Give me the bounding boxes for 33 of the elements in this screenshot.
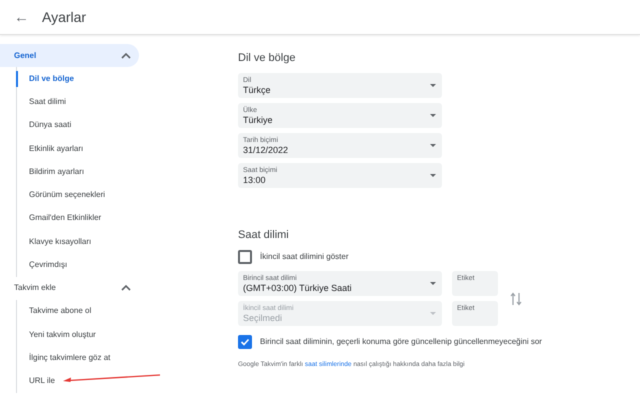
sidebar-item[interactable]: Dünya saati: [16, 117, 72, 134]
sidebar-item[interactable]: Görünüm seçenekleri: [16, 187, 106, 204]
checkbox[interactable]: [238, 335, 252, 349]
section-heading: Dil ve bölge: [238, 51, 296, 66]
chevron-up-icon: [121, 285, 131, 292]
sidebar-item[interactable]: Yeni takvim oluştur: [16, 326, 96, 343]
sidebar-item[interactable]: Bildirim ayarları: [16, 164, 84, 180]
page-title: Ayarlar: [42, 8, 86, 27]
section-heading: Saat dilimi: [238, 228, 290, 243]
back-button[interactable]: ←: [14, 10, 28, 24]
sidebar-item[interactable]: Gmail'den Etkinlikler: [16, 210, 102, 226]
sidebar-section[interactable]: Genel: [0, 44, 139, 67]
chevron-up-icon: [121, 52, 131, 58]
sidebar-item[interactable]: Klavye kısayolları: [16, 234, 92, 250]
dropdown-arrow-icon: [430, 282, 436, 285]
dropdown-arrow-icon: [430, 174, 436, 177]
sidebar-item[interactable]: URL ile: [16, 373, 55, 390]
sidebar-section[interactable]: Takvim ekle: [0, 276, 139, 300]
sidebar-item[interactable]: İlginç takvimlere göz at: [16, 350, 110, 366]
swap-icon[interactable]: [510, 292, 522, 306]
dropdown-arrow-icon: [430, 312, 436, 315]
sidebar-item[interactable]: Dil ve bölge: [16, 70, 74, 87]
sidebar-item[interactable]: Etkinlik ayarları: [16, 140, 84, 157]
checkbox-label: İkincil saat dilimini göster: [260, 251, 348, 263]
checkbox-label: Birincil saat diliminin, geçerli konuma göre güncellenip güncellenmeyeceğini sor: [260, 336, 542, 348]
dropdown-arrow-icon: [430, 114, 436, 117]
sidebar-item[interactable]: Çevrimdışı: [16, 257, 68, 274]
dropdown-arrow-icon: [430, 84, 436, 87]
sidebar-item[interactable]: Saat dilimi: [16, 94, 66, 110]
sidebar-item[interactable]: Takvime abone ol: [16, 303, 92, 320]
checkbox[interactable]: [238, 250, 252, 264]
checkmark-icon: [240, 337, 250, 347]
dropdown-arrow-icon: [430, 144, 436, 147]
